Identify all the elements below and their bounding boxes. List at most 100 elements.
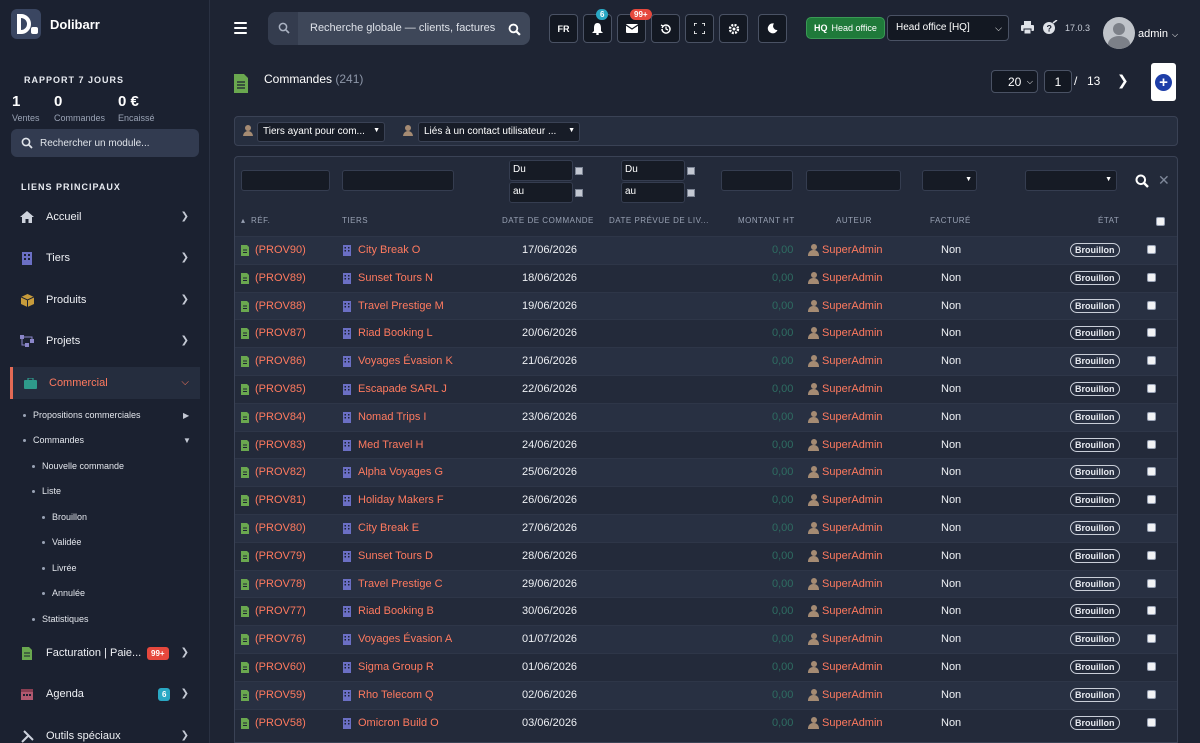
dark-mode-button[interactable]: [758, 14, 787, 43]
tiers-link[interactable]: Rho Telecom Q: [358, 689, 434, 701]
author-link[interactable]: SuperAdmin: [822, 300, 883, 312]
table-row[interactable]: (PROV84) Nomad Trips I 23/06/2026 0,00 S…: [235, 402, 1177, 431]
author-link[interactable]: SuperAdmin: [822, 633, 883, 645]
row-checkbox[interactable]: [1147, 578, 1156, 588]
tiers-link[interactable]: Med Travel H: [358, 439, 423, 451]
row-checkbox[interactable]: [1147, 606, 1156, 616]
order-ref-link[interactable]: (PROV58): [255, 717, 306, 729]
filter-tiers-select[interactable]: Tiers ayant pour com... ▼: [257, 122, 385, 142]
table-row[interactable]: (PROV83) Med Travel H 24/06/2026 0,00 Su…: [235, 430, 1177, 459]
order-ref-link[interactable]: (PROV77): [255, 605, 306, 617]
search-delivery-from-input[interactable]: Du: [621, 160, 685, 181]
order-ref-link[interactable]: (PROV90): [255, 244, 306, 256]
sidebar-item-outils[interactable]: Outils spéciaux ❯: [10, 720, 200, 743]
order-ref-link[interactable]: (PROV59): [255, 689, 306, 701]
table-row[interactable]: (PROV89) Sunset Tours N 18/06/2026 0,00 …: [235, 263, 1177, 292]
order-ref-link[interactable]: (PROV89): [255, 272, 306, 284]
table-row[interactable]: (PROV90) City Break O 17/06/2026 0,00 Su…: [235, 236, 1177, 264]
order-ref-link[interactable]: (PROV81): [255, 494, 306, 506]
author-link[interactable]: SuperAdmin: [822, 522, 883, 534]
row-checkbox[interactable]: [1147, 689, 1156, 699]
table-row[interactable]: (PROV88) Travel Prestige M 19/06/2026 0,…: [235, 291, 1177, 320]
search-status-select[interactable]: ▼: [1025, 170, 1117, 191]
order-ref-link[interactable]: (PROV87): [255, 327, 306, 339]
table-row[interactable]: (PROV78) Travel Prestige C 29/06/2026 0,…: [235, 569, 1177, 598]
sidebar-item-agenda[interactable]: Agenda 6 ❯: [10, 678, 200, 710]
table-row[interactable]: (PROV87) Riad Booking L 20/06/2026 0,00 …: [235, 319, 1177, 348]
calendar-icon[interactable]: [687, 167, 695, 175]
order-ref-link[interactable]: (PROV60): [255, 661, 306, 673]
table-row[interactable]: (PROV86) Voyages Évasion K 21/06/2026 0,…: [235, 347, 1177, 376]
author-link[interactable]: SuperAdmin: [822, 244, 883, 256]
sidebar-sub-liste[interactable]: Liste: [32, 486, 61, 496]
col-ref[interactable]: ▴ RÉF.: [241, 216, 270, 225]
calendar-icon[interactable]: [575, 189, 583, 197]
sidebar-item-commercial[interactable]: Commercial ⌵: [10, 367, 200, 399]
select-all-checkbox[interactable]: [1156, 217, 1165, 226]
language-button[interactable]: FR: [549, 14, 578, 43]
sidebar-sub-propositions[interactable]: Propositions commerciales ▶: [23, 410, 189, 420]
tiers-link[interactable]: Holiday Makers F: [358, 494, 444, 506]
col-billed[interactable]: FACTURÉ: [930, 216, 971, 225]
search-date-from-input[interactable]: Du: [509, 160, 573, 181]
tiers-link[interactable]: Voyages Évasion K: [358, 355, 453, 367]
author-link[interactable]: SuperAdmin: [822, 494, 883, 506]
sidebar-sub-commandes[interactable]: Commandes ▼: [23, 435, 191, 445]
search-amount-input[interactable]: [721, 170, 793, 191]
search-tiers-input[interactable]: [342, 170, 454, 191]
search-date-to-input[interactable]: au: [509, 182, 573, 203]
filter-contact-select[interactable]: Liés à un contact utilisateur ... ▼: [418, 122, 580, 142]
sidebar-item-accueil[interactable]: Accueil ❯: [10, 201, 200, 233]
sidebar-sub-validee[interactable]: Validée: [42, 537, 81, 547]
search-submit-icon[interactable]: [508, 23, 521, 36]
table-row[interactable]: (PROV82) Alpha Voyages G 25/06/2026 0,00…: [235, 458, 1177, 487]
order-ref-link[interactable]: (PROV88): [255, 300, 306, 312]
entity-select[interactable]: Head office [HQ] ⌵: [887, 15, 1009, 41]
row-checkbox[interactable]: [1147, 495, 1156, 505]
sidebar-item-facturation[interactable]: Facturation | Paie... 99+ ❯: [10, 637, 200, 669]
close-icon[interactable]: ✕: [1158, 172, 1170, 189]
row-checkbox[interactable]: [1147, 272, 1156, 282]
search-billed-select[interactable]: ▼: [922, 170, 977, 191]
fullscreen-button[interactable]: [685, 14, 714, 43]
author-link[interactable]: SuperAdmin: [822, 578, 883, 590]
sidebar-sub-brouillon[interactable]: Brouillon: [42, 512, 87, 522]
sidebar-sub-statistiques[interactable]: Statistiques: [32, 614, 89, 624]
col-tiers[interactable]: TIERS: [342, 216, 368, 225]
tiers-link[interactable]: Escapade SARL J: [358, 383, 447, 395]
order-ref-link[interactable]: (PROV76): [255, 633, 306, 645]
tiers-link[interactable]: Alpha Voyages G: [358, 466, 443, 478]
row-checkbox[interactable]: [1147, 245, 1156, 254]
notifications-button[interactable]: 6: [583, 9, 612, 43]
col-date[interactable]: DATE DE COMMANDE: [502, 216, 594, 225]
page-size-select[interactable]: 20 ⌵: [991, 70, 1038, 93]
help-icon[interactable]: ?: [1043, 20, 1058, 35]
tiers-link[interactable]: Omicron Build O: [358, 717, 439, 729]
row-checkbox[interactable]: [1147, 384, 1156, 393]
table-row[interactable]: (PROV80) City Break E 27/06/2026 0,00 Su…: [235, 514, 1177, 542]
search-icon[interactable]: [1135, 174, 1149, 188]
print-icon[interactable]: [1021, 21, 1034, 34]
module-search-input[interactable]: Rechercher un module...: [11, 129, 199, 157]
page-number-input[interactable]: 1: [1044, 70, 1072, 93]
tiers-link[interactable]: Nomad Trips I: [358, 411, 426, 423]
search-ref-input[interactable]: [241, 170, 330, 191]
tiers-link[interactable]: Travel Prestige C: [358, 578, 443, 590]
order-ref-link[interactable]: (PROV83): [255, 439, 306, 451]
settings-button[interactable]: [719, 14, 748, 43]
tiers-link[interactable]: Riad Booking B: [358, 605, 434, 617]
hamburger-menu-icon[interactable]: [234, 22, 247, 34]
author-link[interactable]: SuperAdmin: [822, 550, 883, 562]
table-row[interactable]: (PROV85) Escapade SARL J 22/06/2026 0,00…: [235, 375, 1177, 403]
tiers-link[interactable]: Voyages Évasion A: [358, 633, 452, 645]
author-link[interactable]: SuperAdmin: [822, 355, 883, 367]
search-delivery-to-input[interactable]: au: [621, 182, 685, 203]
history-button[interactable]: [651, 14, 680, 43]
sidebar-item-tiers[interactable]: Tiers ❯: [10, 242, 200, 274]
avatar[interactable]: [1103, 17, 1135, 49]
order-ref-link[interactable]: (PROV80): [255, 522, 306, 534]
calendar-icon[interactable]: [575, 167, 583, 175]
sidebar-item-produits[interactable]: Produits ❯: [10, 284, 200, 316]
col-status[interactable]: ÉTAT: [1098, 216, 1119, 225]
table-row[interactable]: (PROV79) Sunset Tours D 28/06/2026 0,00 …: [235, 541, 1177, 570]
